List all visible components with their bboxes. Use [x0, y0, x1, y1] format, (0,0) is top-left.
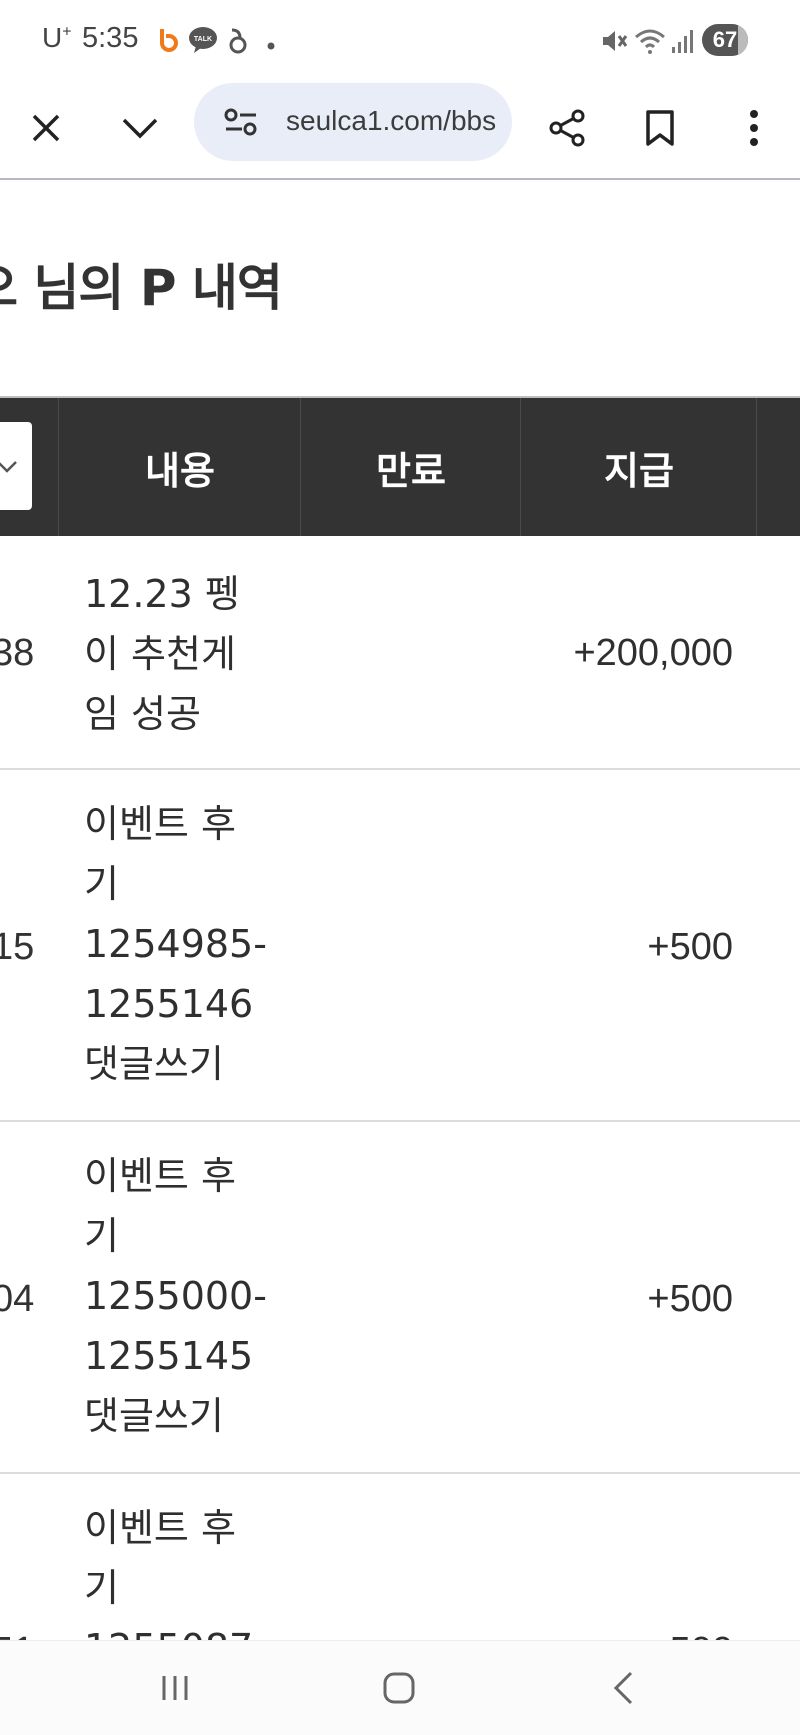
- row-content: 이벤트 후 기 1255000- 1255145 댓글쓰기: [84, 1154, 267, 1438]
- share-icon: [549, 109, 585, 147]
- row-payment: +500: [647, 1278, 733, 1320]
- row-payment: +200,000: [573, 632, 733, 674]
- row-content: 12.23 펭 이 추천게 임 성공: [84, 572, 240, 736]
- minimize-button[interactable]: [112, 100, 168, 156]
- status-bar: U+ 5:35 TALK 67: [0, 0, 800, 80]
- home-icon: [383, 1672, 415, 1704]
- row-payment: +500: [647, 926, 733, 968]
- system-nav-bar: [0, 1640, 800, 1735]
- column-header-expiry[interactable]: 만료: [300, 398, 521, 536]
- close-icon: [32, 114, 60, 142]
- column-header-content[interactable]: 내용: [58, 398, 301, 536]
- more-vert-icon: [750, 110, 758, 146]
- mute-icon: [600, 27, 628, 59]
- table-row[interactable]: 04 이벤트 후 기 1255000- 1255145 댓글쓰기 +500: [0, 1120, 800, 1474]
- bookmark-icon: [646, 110, 674, 146]
- share-button[interactable]: [539, 100, 595, 156]
- table-row[interactable]: 15 이벤트 후 기 1254985- 1255146 댓글쓰기 +500: [0, 768, 800, 1122]
- chevron-down-icon: [0, 461, 17, 473]
- back-icon: [613, 1671, 633, 1705]
- row-content: 이벤트 후 기 1254985- 1255146 댓글쓰기: [84, 802, 267, 1086]
- column-header-payment[interactable]: 지급: [520, 398, 757, 536]
- recent-apps-icon: [162, 1676, 188, 1700]
- close-tab-button[interactable]: [18, 100, 74, 156]
- recent-apps-button[interactable]: [140, 1661, 210, 1715]
- carrier-label: U+: [42, 22, 72, 53]
- bookmark-button[interactable]: [632, 100, 688, 156]
- row-id: 04: [0, 1278, 35, 1320]
- svg-text:TALK: TALK: [194, 36, 212, 43]
- kakaotalk-icon: TALK: [188, 26, 218, 58]
- filter-select[interactable]: [0, 422, 32, 510]
- row-id: 15: [0, 926, 35, 968]
- address-bar[interactable]: seulca1.com/bbs: [194, 83, 512, 161]
- chevron-down-icon: [122, 118, 158, 139]
- battery-indicator: 67: [702, 24, 748, 56]
- more-options-button[interactable]: [726, 100, 782, 156]
- row-id: 38: [0, 632, 35, 674]
- back-button[interactable]: [588, 1661, 658, 1715]
- bugs-app-icon: [156, 27, 178, 59]
- column-header-next: [756, 398, 800, 536]
- signal-icon: [670, 27, 696, 59]
- table-header: 내용 만료 지급: [0, 396, 800, 536]
- page-title: 오 님의 P 내역: [0, 259, 283, 317]
- site-info-icon[interactable]: [224, 107, 258, 141]
- url-text[interactable]: seulca1.com/bbs: [286, 105, 496, 137]
- notification-icon: [228, 27, 248, 59]
- home-button[interactable]: [364, 1661, 434, 1715]
- wifi-icon: [634, 27, 666, 59]
- table-row[interactable]: 38 12.23 펭 이 추천게 임 성공 +200,000: [0, 534, 800, 770]
- dot-icon: [266, 36, 276, 55]
- clock: 5:35: [82, 22, 139, 54]
